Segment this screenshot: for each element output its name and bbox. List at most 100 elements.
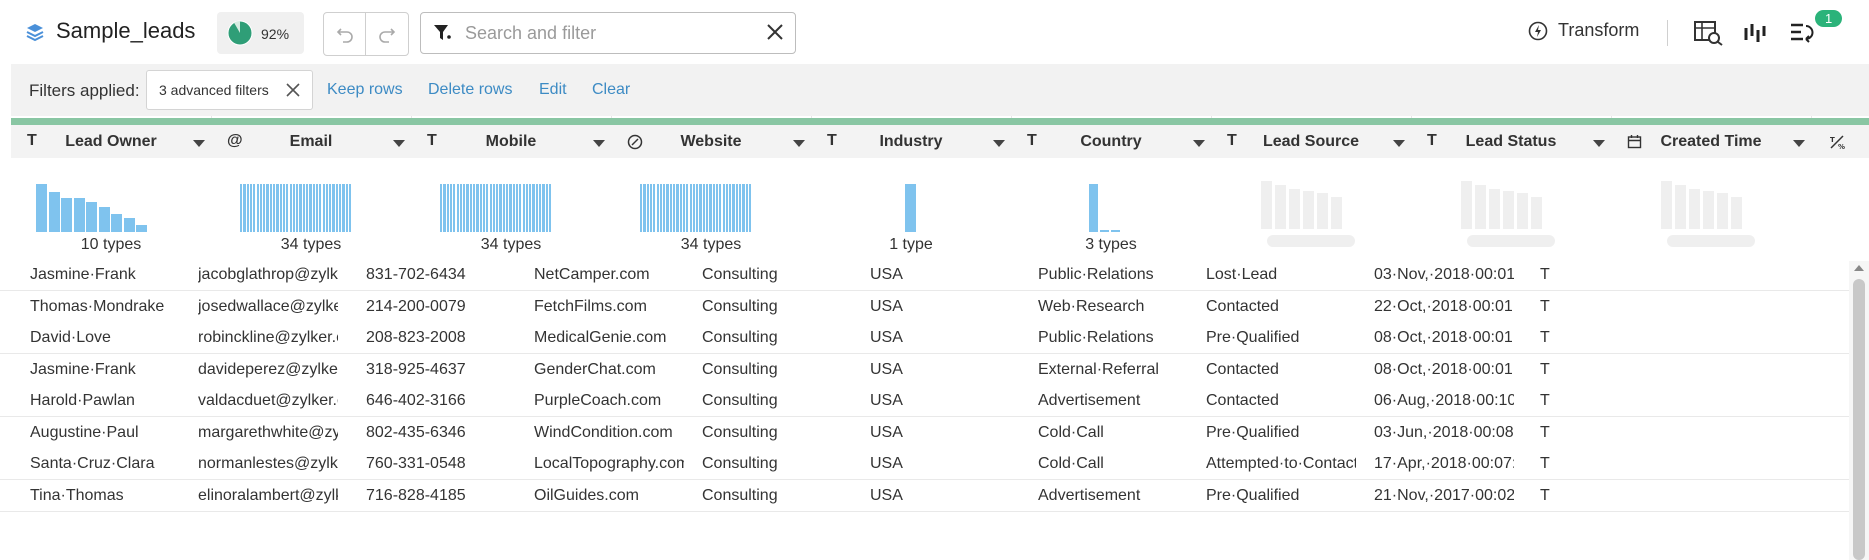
cell-country[interactable]: USA xyxy=(870,266,1020,284)
histogram-bar[interactable] xyxy=(61,198,72,232)
histogram-bar[interactable] xyxy=(273,184,276,232)
chevron-down-icon[interactable] xyxy=(1393,140,1405,147)
histogram-bar[interactable] xyxy=(339,184,342,232)
table-row[interactable]: Jasmine·Frank jacobglathrop@zylke... 831-7… xyxy=(0,259,1850,291)
histogram-bar[interactable] xyxy=(742,184,745,232)
table-row[interactable]: Santa·Cruz·Clara normanlestes@zylke... 760… xyxy=(0,448,1850,480)
histogram-bar[interactable] xyxy=(646,184,649,232)
histogram-bar[interactable] xyxy=(539,184,542,232)
histogram-bar[interactable] xyxy=(111,213,122,232)
histogram-bar[interactable] xyxy=(249,184,253,232)
histogram-bar[interactable] xyxy=(686,184,689,232)
histogram-bar[interactable] xyxy=(36,184,47,232)
cell-website[interactable]: WindCondition.com xyxy=(534,424,684,442)
histogram-bar[interactable] xyxy=(302,184,305,232)
histogram-bar[interactable] xyxy=(329,184,332,232)
cell-website[interactable]: OilGuides.com xyxy=(534,487,684,505)
column-header-industry[interactable]: T Industry 1 type xyxy=(811,116,1012,259)
remove-filter-icon[interactable] xyxy=(286,83,300,97)
histogram-bar[interactable] xyxy=(492,184,496,232)
histogram-bar[interactable] xyxy=(489,184,492,232)
cell-next-col[interactable]: T xyxy=(1540,455,1555,473)
histogram-bar[interactable] xyxy=(312,184,315,232)
histogram-bar[interactable] xyxy=(123,217,135,232)
histogram-bar[interactable] xyxy=(459,184,463,232)
cell-country[interactable]: USA xyxy=(870,329,1020,347)
histogram-bar[interactable] xyxy=(735,184,738,232)
histogram-bar[interactable] xyxy=(446,184,449,232)
chevron-down-icon[interactable] xyxy=(1593,140,1605,147)
cell-mobile[interactable]: 760-331-0548 xyxy=(366,455,516,473)
histogram-bar[interactable] xyxy=(253,184,256,232)
chevron-down-icon[interactable] xyxy=(1193,140,1205,147)
cell-next-col[interactable]: T xyxy=(1540,361,1555,379)
histogram-bar[interactable] xyxy=(663,184,666,232)
histogram-bar[interactable] xyxy=(476,184,479,232)
cell-website[interactable]: NetCamper.com xyxy=(534,266,684,284)
histogram-bar[interactable] xyxy=(306,184,309,232)
histogram-bar[interactable] xyxy=(676,184,679,232)
column-header-website[interactable]: Website 34 types xyxy=(611,116,812,259)
histogram-bar[interactable] xyxy=(725,184,729,232)
histogram-bar[interactable] xyxy=(315,184,319,232)
cell-lead-source[interactable]: Advertisement xyxy=(1038,487,1188,505)
histogram-bar[interactable] xyxy=(282,184,286,232)
column-header-country[interactable]: T Country 3 types xyxy=(1011,116,1212,259)
histogram-bar[interactable] xyxy=(699,184,702,232)
histogram-bar[interactable] xyxy=(86,202,97,232)
histogram-bar[interactable] xyxy=(905,184,916,232)
cell-industry[interactable]: Consulting xyxy=(702,266,852,284)
histogram-bar[interactable] xyxy=(496,184,499,232)
cell-email[interactable]: robinckline@zylker.c... xyxy=(198,329,338,347)
cell-lead-owner[interactable]: Tina·Thomas xyxy=(30,487,185,505)
chevron-down-icon[interactable] xyxy=(393,140,405,147)
histogram-bar[interactable] xyxy=(449,184,453,232)
histogram-bar[interactable] xyxy=(473,184,476,232)
histogram-bar[interactable] xyxy=(715,184,719,232)
histogram-bar[interactable] xyxy=(322,184,325,232)
cell-mobile[interactable]: 208-823-2008 xyxy=(366,329,516,347)
cell-lead-status[interactable]: Pre·Qualified xyxy=(1206,424,1356,442)
histogram-bar[interactable] xyxy=(325,184,329,232)
cell-country[interactable]: USA xyxy=(870,392,1020,410)
search-filter-box[interactable]: Search and filter xyxy=(420,12,796,54)
ruleset-icon[interactable] xyxy=(1789,20,1815,46)
project-title[interactable]: Sample_leads xyxy=(56,18,195,44)
histogram-bar[interactable] xyxy=(669,184,672,232)
cell-lead-owner[interactable]: Augustine·Paul xyxy=(30,424,185,442)
histogram-bar[interactable] xyxy=(256,184,259,232)
cell-mobile[interactable]: 214-200-0079 xyxy=(366,298,516,316)
cell-lead-status[interactable]: Pre·Qualified xyxy=(1206,487,1356,505)
histogram-bar[interactable] xyxy=(240,184,243,232)
table-row[interactable]: David·Love robinckline@zylker.c... 208-823… xyxy=(0,322,1850,354)
histogram-bar[interactable] xyxy=(656,184,659,232)
histogram-bar[interactable] xyxy=(679,184,682,232)
cell-created-time[interactable]: 03·Jun,·2018·00:08:... xyxy=(1374,424,1514,442)
table-row[interactable]: Harold·Pawlan valdacduet@zylker.c... 646-4… xyxy=(0,385,1850,417)
cell-lead-source[interactable]: External·Referral xyxy=(1038,361,1188,379)
histogram-bar[interactable] xyxy=(745,184,748,232)
cell-email[interactable]: jacobglathrop@zylke... xyxy=(198,266,338,284)
cell-lead-source[interactable]: Cold·Call xyxy=(1038,455,1188,473)
column-header-created-time[interactable]: Created Time xyxy=(1611,116,1812,259)
histogram-bar[interactable] xyxy=(286,184,289,232)
histogram-bar[interactable] xyxy=(522,184,525,232)
cell-country[interactable]: USA xyxy=(870,424,1020,442)
histogram-bar[interactable] xyxy=(682,184,686,232)
histogram-bar[interactable] xyxy=(319,184,322,232)
cell-lead-source[interactable]: Cold·Call xyxy=(1038,424,1188,442)
cell-created-time[interactable]: 21·Nov,·2017·00:02... xyxy=(1374,487,1514,505)
table-row[interactable]: Tina·Thomas elinoralambert@zylk... 716-828… xyxy=(0,479,1850,512)
histogram-bar[interactable] xyxy=(545,184,548,232)
histogram-bar[interactable] xyxy=(649,184,653,232)
histogram-bar[interactable] xyxy=(643,184,646,232)
cell-lead-source[interactable]: Public·Relations xyxy=(1038,266,1188,284)
histogram-bar[interactable] xyxy=(309,184,312,232)
cell-email[interactable]: margarethwhite@zyl... xyxy=(198,424,338,442)
cell-created-time[interactable]: 08·Oct,·2018·00:01:... xyxy=(1374,361,1514,379)
data-quality-indicator[interactable]: 92% xyxy=(217,12,304,54)
histogram-bar[interactable] xyxy=(709,184,712,232)
edit-filters-link[interactable]: Edit xyxy=(539,81,567,99)
histogram-bar[interactable] xyxy=(469,184,472,232)
search-input[interactable]: Search and filter xyxy=(465,23,596,44)
